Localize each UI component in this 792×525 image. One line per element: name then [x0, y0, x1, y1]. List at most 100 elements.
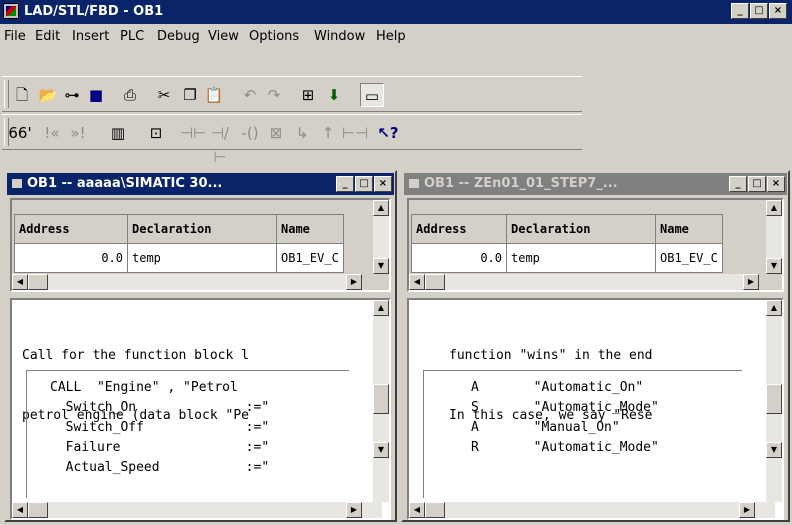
cell-name[interactable]: OB1_EV_C — [655, 243, 723, 273]
new-network-icon[interactable]: ⊡ — [144, 121, 168, 145]
copy-icon[interactable]: ❐ — [178, 83, 202, 107]
code-line[interactable]: Switch_On :=" — [50, 400, 270, 415]
code-line[interactable]: A "Manual_On" — [471, 420, 620, 435]
scroll-up-button[interactable]: ▲ — [766, 300, 782, 316]
maximize-button[interactable]: □ — [748, 176, 766, 192]
open-icon[interactable]: 📂 — [36, 83, 60, 107]
minimize-button[interactable]: _ — [729, 176, 747, 192]
scroll-down-button[interactable]: ▼ — [766, 442, 782, 458]
branch-close-icon[interactable]: ↑ — [316, 121, 340, 145]
scroll-right-button[interactable]: ▶ — [346, 274, 362, 290]
column-header-address[interactable]: Address — [411, 214, 507, 244]
table-row[interactable]: 0.0 temp OB1_EV_C — [14, 243, 344, 273]
menu-help[interactable]: Help — [376, 29, 406, 44]
scroll-up-button[interactable]: ▲ — [373, 200, 389, 216]
window-icon[interactable] — [409, 179, 419, 188]
coil-icon[interactable]: -() — [238, 121, 262, 145]
menu-view[interactable]: View — [208, 29, 239, 44]
code-line[interactable]: Failure :=" — [50, 440, 270, 455]
scroll-down-button[interactable]: ▼ — [373, 442, 389, 458]
cell-address[interactable]: 0.0 — [14, 243, 128, 273]
cell-address[interactable]: 0.0 — [411, 243, 507, 273]
menu-insert[interactable]: Insert — [72, 29, 109, 44]
minimize-button[interactable]: _ — [731, 3, 749, 19]
scroll-thumb[interactable] — [766, 384, 782, 414]
menu-edit[interactable]: Edit — [35, 29, 60, 44]
minimize-button[interactable]: _ — [336, 176, 354, 192]
menu-options[interactable]: Options — [249, 29, 299, 44]
scroll-thumb[interactable] — [425, 502, 445, 518]
box-icon[interactable]: ⊠ — [264, 121, 288, 145]
table-row[interactable]: 0.0 temp OB1_EV_C — [411, 243, 723, 273]
new-icon[interactable]: 🗋 — [10, 83, 34, 107]
scroll-down-button[interactable]: ▼ — [766, 258, 782, 274]
download-icon[interactable]: ⬇ — [322, 83, 346, 107]
close-button[interactable]: × — [374, 176, 392, 192]
horizontal-scrollbar[interactable]: ◀ ▶ — [409, 274, 759, 290]
app-icon[interactable] — [3, 3, 19, 19]
scroll-right-button[interactable]: ▶ — [739, 502, 755, 518]
maximize-button[interactable]: □ — [750, 3, 768, 19]
network-icon[interactable]: ⊶ — [60, 83, 84, 107]
code-line[interactable]: R "Automatic_Mode" — [471, 440, 659, 455]
catalog-icon[interactable]: ▥ — [106, 121, 130, 145]
scroll-thumb[interactable] — [425, 274, 445, 290]
horizontal-scrollbar[interactable]: ◀ ▶ — [12, 502, 382, 518]
print-icon[interactable]: ⎙ — [118, 83, 142, 107]
horizontal-scrollbar[interactable]: ◀ ▶ — [12, 274, 362, 290]
column-header-declaration[interactable]: Declaration — [127, 214, 277, 244]
next-network-icon[interactable]: »! — [66, 121, 90, 145]
menu-file[interactable]: File — [4, 29, 26, 44]
toolbar-grip[interactable] — [4, 80, 9, 108]
vertical-scrollbar[interactable]: ▲ ▼ — [373, 200, 389, 274]
code-line[interactable]: A "Automatic_On" — [471, 380, 643, 395]
cut-icon[interactable]: ✂ — [152, 83, 176, 107]
monitor-icon[interactable]: ⊞ — [296, 83, 320, 107]
vertical-scrollbar[interactable]: ▲ ▼ — [766, 300, 782, 502]
overview-icon[interactable]: ▭ — [360, 83, 384, 107]
branch-open-icon[interactable]: ↳ — [290, 121, 314, 145]
column-header-declaration[interactable]: Declaration — [506, 214, 656, 244]
menu-plc[interactable]: PLC — [120, 29, 144, 44]
cell-declaration[interactable]: temp — [506, 243, 656, 273]
code-line[interactable]: CALL "Engine" , "Petrol — [50, 380, 238, 395]
column-header-name[interactable]: Name — [655, 214, 723, 244]
scroll-right-button[interactable]: ▶ — [346, 502, 362, 518]
paste-icon[interactable]: 📋 — [202, 83, 226, 107]
scroll-up-button[interactable]: ▲ — [373, 300, 389, 316]
scroll-thumb[interactable] — [373, 384, 389, 414]
scroll-thumb[interactable] — [28, 502, 48, 518]
scroll-right-button[interactable]: ▶ — [743, 274, 759, 290]
scroll-left-button[interactable]: ◀ — [12, 274, 28, 290]
scroll-left-button[interactable]: ◀ — [409, 274, 425, 290]
close-button[interactable]: × — [769, 3, 787, 19]
code-line[interactable]: S "Automatic_Mode" — [471, 400, 659, 415]
contact-nc-icon[interactable]: ⊣/⊢ — [208, 121, 232, 166]
code-line[interactable]: Actual_Speed :=" — [50, 460, 270, 475]
column-header-address[interactable]: Address — [14, 214, 128, 244]
menu-debug[interactable]: Debug — [157, 29, 200, 44]
maximize-button[interactable]: □ — [355, 176, 373, 192]
scroll-thumb[interactable] — [28, 274, 48, 290]
window-title-bar[interactable]: OB1 -- ZEn01_01_STEP7_... _ □ × — [404, 173, 787, 195]
scroll-up-button[interactable]: ▲ — [766, 200, 782, 216]
window-title-bar[interactable]: OB1 -- aaaaa\SIMATIC 30... _ □ × — [7, 173, 394, 195]
close-button[interactable]: × — [767, 176, 785, 192]
connection-icon[interactable]: ⊢⊣ — [342, 121, 368, 145]
window-icon[interactable] — [12, 179, 22, 188]
vertical-scrollbar[interactable]: ▲ ▼ — [766, 200, 782, 274]
horizontal-scrollbar[interactable]: ◀ ▶ — [409, 502, 775, 518]
undo-icon[interactable]: ↶ — [238, 83, 262, 107]
column-header-name[interactable]: Name — [276, 214, 344, 244]
vertical-scrollbar[interactable]: ▲ ▼ — [373, 300, 389, 502]
cell-name[interactable]: OB1_EV_C — [276, 243, 344, 273]
code-line[interactable]: Switch_Off :=" — [50, 420, 270, 435]
scroll-left-button[interactable]: ◀ — [409, 502, 425, 518]
scroll-left-button[interactable]: ◀ — [12, 502, 28, 518]
help-icon[interactable]: ↖? — [376, 121, 400, 145]
menu-window[interactable]: Window — [314, 29, 365, 44]
redo-icon[interactable]: ↷ — [262, 83, 286, 107]
glasses-icon[interactable]: 66' — [8, 121, 32, 145]
contact-no-icon[interactable]: ⊣⊢ — [180, 121, 206, 145]
prev-network-icon[interactable]: !« — [40, 121, 64, 145]
